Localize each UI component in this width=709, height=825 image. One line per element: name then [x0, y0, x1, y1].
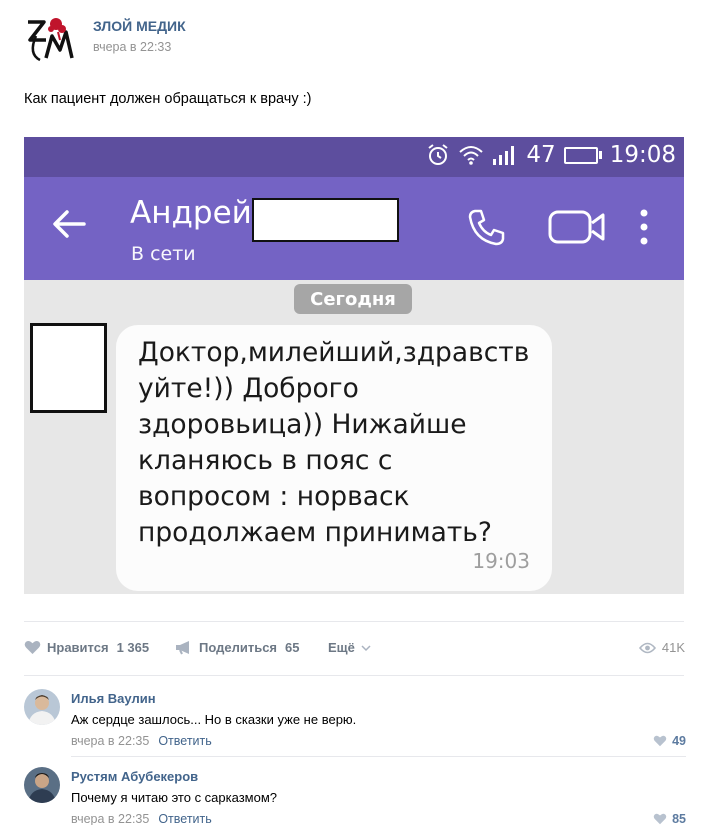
comment-author[interactable]: Рустям Абубекеров: [71, 769, 198, 784]
like-button[interactable]: Нравится 1 365: [24, 640, 149, 655]
comment-like-button[interactable]: 49: [653, 734, 686, 748]
group-logo-icon: [28, 18, 74, 62]
signal-level: 47: [526, 142, 556, 168]
eye-icon: [638, 642, 656, 653]
comment: Илья Ваулин Аж сердце зашлось... Но в ск…: [24, 689, 686, 759]
contact-status: В сети: [131, 243, 196, 265]
heart-icon: [653, 735, 667, 747]
comment: Рустям Абубекеров Почему я читаю это с с…: [24, 767, 686, 825]
comment-like-count: 85: [672, 812, 686, 825]
message-bubble[interactable]: Доктор,милейший,здравств уйте!)) Доброго…: [116, 325, 552, 591]
heart-icon: [653, 813, 667, 825]
like-label: Нравится: [47, 640, 109, 655]
divider: [24, 621, 684, 622]
date-chip: Сегодня: [294, 284, 412, 314]
comment-like-button[interactable]: 85: [653, 812, 686, 825]
views-counter: 41K: [638, 640, 685, 655]
message-time: 19:03: [472, 549, 530, 573]
post-image[interactable]: 47 19:08 Андрей В сети Сегодня Доктор,ми…: [24, 137, 684, 594]
reply-link[interactable]: Ответить: [158, 734, 211, 748]
more-button[interactable]: Ещё: [328, 640, 371, 655]
reply-link[interactable]: Ответить: [158, 812, 211, 825]
divider: [71, 756, 686, 757]
comment-time[interactable]: вчера в 22:35: [71, 812, 149, 825]
status-time: 19:08: [609, 142, 676, 168]
wifi-icon: [458, 144, 484, 166]
video-icon[interactable]: [548, 209, 606, 250]
share-label: Поделиться: [199, 640, 278, 655]
phone-status-bar: 47 19:08: [24, 137, 684, 177]
post-time[interactable]: вчера в 22:33: [93, 40, 171, 54]
comment-text: Почему я читаю это с сарказмом?: [71, 790, 277, 805]
share-button[interactable]: Поделиться 65: [175, 640, 300, 655]
like-count: 1 365: [116, 640, 150, 655]
signal-icon: [492, 144, 518, 166]
divider: [24, 675, 684, 676]
avatar[interactable]: [24, 767, 60, 803]
chevron-down-icon: [361, 644, 371, 651]
alarm-icon: [426, 143, 450, 167]
megaphone-icon: [176, 641, 189, 655]
post-author[interactable]: ЗЛОЙ МЕДИК: [93, 18, 186, 34]
contact-name[interactable]: Андрей: [130, 195, 252, 231]
share-count: 65: [285, 640, 300, 655]
back-arrow-icon[interactable]: [52, 209, 86, 244]
heart-icon: [24, 640, 41, 654]
phone-icon[interactable]: [466, 207, 506, 252]
comment-text: Аж сердце зашлось... Но в сказки уже не …: [71, 712, 357, 727]
comment-author[interactable]: Илья Ваулин: [71, 691, 156, 706]
battery-icon: [563, 146, 602, 164]
avatar[interactable]: [24, 689, 60, 725]
comment-like-count: 49: [672, 734, 686, 748]
message-text: Доктор,милейший,здравств уйте!)) Доброго…: [138, 337, 530, 548]
redaction-box: [30, 323, 107, 413]
group-avatar[interactable]: [22, 10, 76, 64]
comment-time[interactable]: вчера в 22:35: [71, 734, 149, 748]
post-text: Как пациент должен обращаться к врачу :): [24, 91, 312, 107]
redaction-box: [252, 198, 399, 242]
more-label: Ещё: [328, 640, 355, 655]
views-count: 41K: [661, 640, 685, 655]
more-vertical-icon[interactable]: [638, 209, 650, 250]
chat-header: Андрей В сети: [24, 177, 684, 280]
